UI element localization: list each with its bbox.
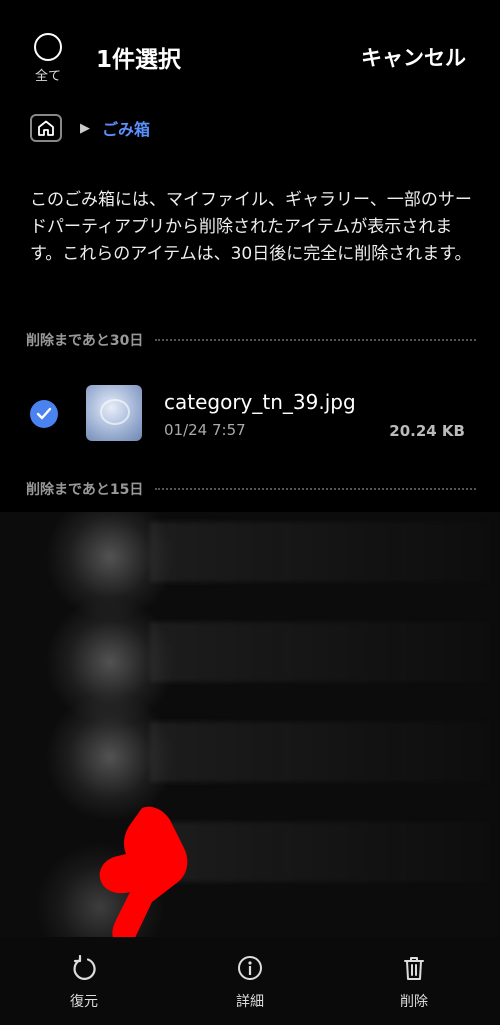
home-button[interactable] bbox=[30, 114, 62, 142]
details-label: 詳細 bbox=[236, 994, 264, 1010]
breadcrumb-arrow-icon: ▶ bbox=[80, 120, 90, 136]
file-list-item[interactable]: category_tn_39.jpg 01/24 7:57 20.24 KB bbox=[0, 380, 500, 448]
blurred-file-list bbox=[0, 512, 500, 937]
file-thumbnail bbox=[86, 385, 142, 441]
bottom-action-bar: 復元 詳細 削除 bbox=[0, 937, 500, 1025]
restore-icon bbox=[44, 953, 124, 983]
blurred-row bbox=[150, 622, 490, 682]
delete-button[interactable]: 削除 bbox=[374, 953, 454, 1011]
selection-count-title: 1件選択 bbox=[96, 47, 182, 73]
select-all-checkbox[interactable]: 全て bbox=[28, 33, 68, 84]
section-divider bbox=[155, 339, 476, 341]
trash-description: このごみ箱には、マイファイル、ギャラリー、一部のサードパーティアプリから削除され… bbox=[30, 190, 472, 264]
section-label: 削除まであと30日 bbox=[26, 333, 144, 349]
section-header: 削除まであと15日 bbox=[26, 479, 476, 499]
selected-check-icon[interactable] bbox=[30, 400, 58, 428]
restore-button[interactable]: 復元 bbox=[44, 953, 124, 1011]
blurred-row bbox=[150, 722, 490, 782]
breadcrumb: ▶ ごみ箱 bbox=[30, 110, 150, 146]
cancel-button[interactable]: キャンセル bbox=[361, 42, 466, 72]
file-name: category_tn_39.jpg bbox=[164, 390, 356, 414]
restore-label: 復元 bbox=[70, 994, 98, 1010]
info-icon bbox=[210, 953, 290, 983]
breadcrumb-current[interactable]: ごみ箱 bbox=[102, 116, 150, 140]
section-divider bbox=[155, 488, 476, 490]
trash-icon bbox=[374, 953, 454, 983]
select-all-circle-icon bbox=[34, 33, 62, 61]
blurred-row bbox=[150, 822, 490, 882]
section-header: 削除まであと30日 bbox=[26, 330, 476, 350]
file-date: 01/24 7:57 bbox=[164, 421, 246, 439]
delete-label: 削除 bbox=[400, 994, 428, 1010]
select-all-label: 全て bbox=[34, 69, 61, 84]
home-icon bbox=[38, 120, 54, 136]
section-label: 削除まであと15日 bbox=[26, 482, 144, 498]
pointing-hand-icon bbox=[99, 806, 188, 948]
file-size: 20.24 KB bbox=[389, 422, 465, 440]
top-bar: 全て 1件選択 キャンセル bbox=[0, 0, 500, 110]
details-button[interactable]: 詳細 bbox=[210, 953, 290, 1011]
blurred-row bbox=[150, 522, 490, 582]
